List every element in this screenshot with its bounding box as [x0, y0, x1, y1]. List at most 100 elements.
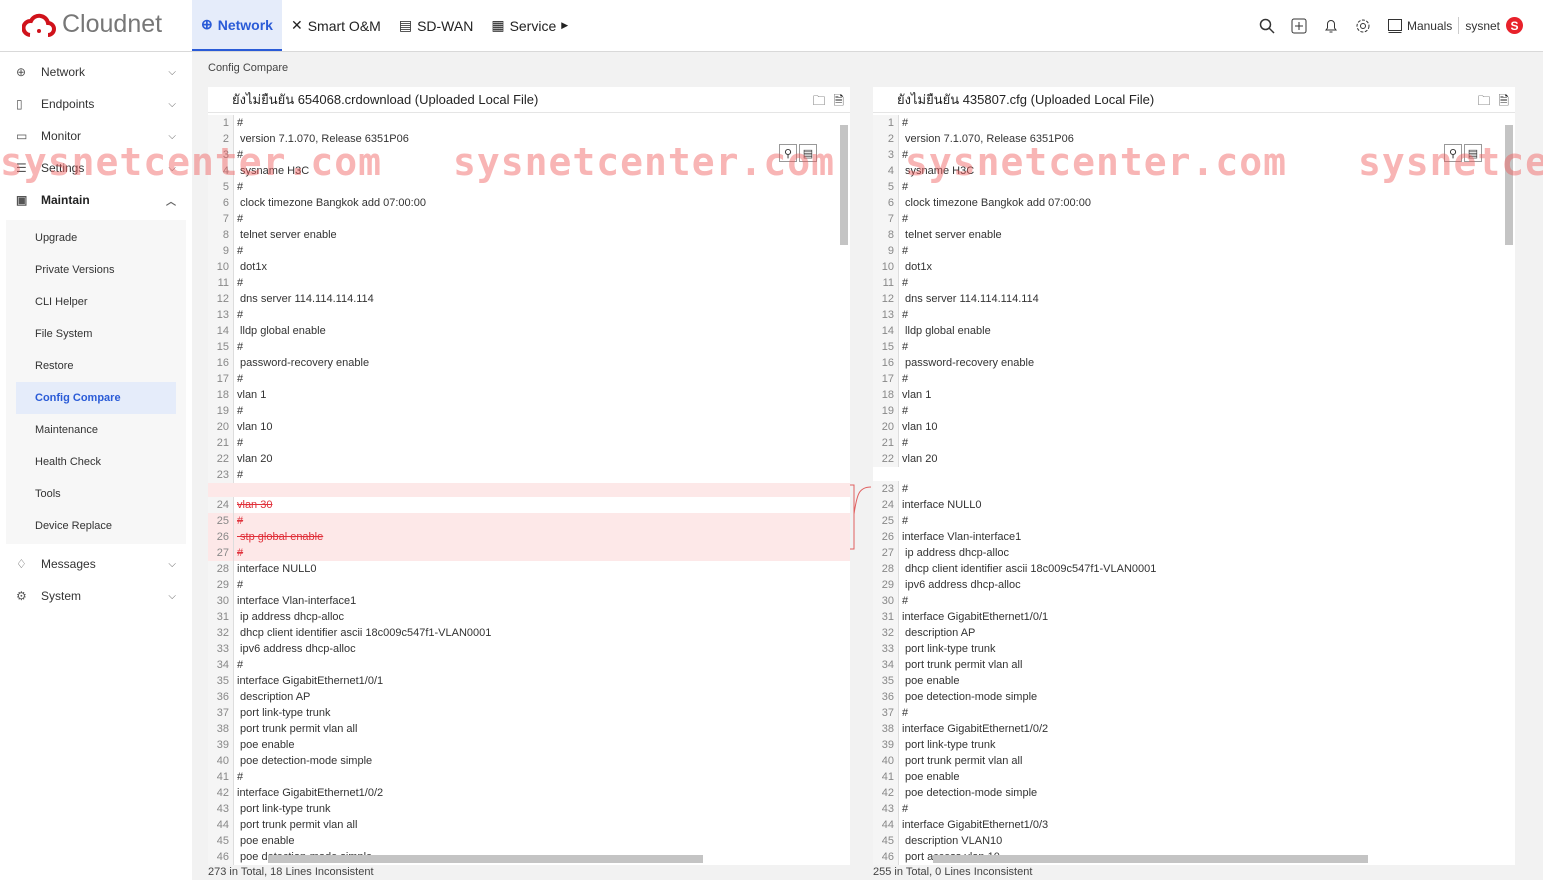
line-number: 26 [873, 529, 899, 545]
right-code-view[interactable]: 1 #2 version 7.1.070, Release 6351P06 3 #4 … [873, 115, 1515, 865]
sidebar-item-label: Monitor [41, 129, 82, 143]
line-text: version 7.1.070, Release 6351P06 [237, 133, 409, 145]
search-icon[interactable]: ⚲ [779, 144, 797, 162]
deleted-code-line: 25 # [208, 513, 850, 529]
left-code-view[interactable]: 1 #2 version 7.1.070, Release 6351P06 3 #4 … [208, 115, 850, 865]
line-text: poe enable [902, 675, 960, 687]
code-line: 25 # [873, 513, 1515, 529]
nav-smart-om[interactable]: ✕ Smart O&M [282, 0, 390, 51]
code-line: 40 port trunk permit vlan all [873, 753, 1515, 769]
replace-icon[interactable]: ▤ [1464, 144, 1482, 162]
line-text: # [902, 149, 909, 161]
line-number: 35 [873, 673, 899, 689]
submenu-item[interactable]: Device Replace [6, 510, 186, 542]
diff-placeholder-row [873, 467, 1515, 481]
nav-service[interactable]: ▦ Service ▶ [482, 0, 577, 51]
code-line: 20 vlan 10 [208, 419, 850, 435]
file-settings-icon[interactable]: 🗎 [834, 92, 844, 114]
globe-icon: ⊕ [201, 16, 213, 32]
code-line: 16 password-recovery enable [873, 355, 1515, 371]
code-line: 23 # [873, 481, 1515, 497]
line-text: interface NULL0 [902, 499, 982, 511]
code-line: 7 # [873, 211, 1515, 227]
line-text: poe detection-mode simple [902, 787, 1038, 799]
sidebar-item-system[interactable]: ⚙ System ⌵ [0, 580, 192, 612]
line-text: dns server 114.114.114.114 [237, 293, 374, 305]
logo[interactable]: Cloudnet [22, 10, 162, 39]
search-icon[interactable]: ⚲ [1444, 144, 1462, 162]
line-number: 8 [873, 227, 899, 243]
gear-icon[interactable] [1355, 18, 1371, 34]
search-icon[interactable] [1259, 18, 1275, 34]
submenu-item[interactable]: Private Versions [6, 254, 186, 286]
folder-icon[interactable]: 🗀 [1478, 92, 1491, 114]
line-number: 38 [873, 721, 899, 737]
line-text: dhcp client identifier ascii 18c009c547f… [902, 563, 1157, 575]
breadcrumb: Config Compare [208, 62, 289, 74]
code-line: 19 # [873, 403, 1515, 419]
brand-name: Cloudnet [62, 10, 163, 38]
submenu-item[interactable]: Config Compare [16, 382, 176, 414]
maintain-submenu: Upgrade Private Versions CLI Helper File Sy… [6, 220, 186, 544]
line-number: 33 [873, 641, 899, 657]
submenu-item[interactable]: Upgrade [6, 222, 186, 254]
submenu-item[interactable]: Health Check [6, 446, 186, 478]
line-text: # [237, 437, 244, 449]
line-number: 14 [873, 323, 899, 339]
bell-icon[interactable] [1323, 18, 1339, 34]
add-icon[interactable] [1291, 18, 1307, 34]
user-menu[interactable]: sysnet S [1458, 17, 1523, 34]
line-number: 34 [873, 657, 899, 673]
line-number: 40 [873, 753, 899, 769]
manuals-link[interactable]: Manuals [1387, 18, 1452, 34]
line-text: lldp global enable [237, 325, 326, 337]
diff-placeholder-row [208, 483, 850, 497]
nav-label: Smart O&M [307, 17, 381, 34]
code-line: 37 # [873, 705, 1515, 721]
tablet-icon: ▯ [16, 97, 23, 111]
line-number: 22 [873, 451, 899, 467]
sidebar: ⊕ Network ⌵ ▯ Endpoints ⌵ ▭ Monitor ⌵ ☰ Setting… [0, 52, 192, 880]
horizontal-scrollbar[interactable] [933, 855, 1368, 863]
chevron-down-icon: ⌵ [168, 590, 176, 602]
line-text: # [237, 181, 244, 193]
top-bar: Cloudnet ⊕ Network ✕ Smart O&M ▤ SD-WAN ▦ Se… [0, 0, 1543, 52]
vertical-scrollbar[interactable] [1505, 125, 1513, 245]
submenu-item[interactable]: File System [6, 318, 186, 350]
line-number: 37 [873, 705, 899, 721]
line-text: # [902, 437, 909, 449]
submenu-item[interactable]: Maintenance [6, 414, 186, 446]
caret-right-icon: ▶ [561, 20, 569, 30]
code-line: 31 interface GigabitEthernet1/0/1 [873, 609, 1515, 625]
horizontal-scrollbar[interactable] [268, 855, 703, 863]
line-text: poe detection-mode simple [237, 755, 373, 767]
nav-network[interactable]: ⊕ Network [192, 0, 282, 51]
sidebar-item-messages[interactable]: ♢ Messages ⌵ [0, 548, 192, 580]
line-text: # [902, 181, 909, 193]
submenu-item[interactable]: Tools [6, 478, 186, 510]
line-number: 42 [873, 785, 899, 801]
sidebar-item-maintain[interactable]: ▣ Maintain ︿ [0, 184, 192, 216]
submenu-item[interactable]: Restore [6, 350, 186, 382]
line-number: 35 [208, 673, 234, 689]
tools-icon: ✕ [290, 17, 303, 33]
code-line: 40 poe detection-mode simple [208, 753, 850, 769]
nav-sd-wan[interactable]: ▤ SD-WAN [390, 0, 483, 51]
code-line: 17 # [873, 371, 1515, 387]
sidebar-item-network[interactable]: ⊕ Network ⌵ [0, 56, 192, 88]
sidebar-item-monitor[interactable]: ▭ Monitor ⌵ [0, 120, 192, 152]
line-number: 17 [873, 371, 899, 387]
code-line: 41 poe enable [873, 769, 1515, 785]
file-settings-icon[interactable]: 🗎 [1499, 92, 1509, 114]
replace-icon[interactable]: ▤ [799, 144, 817, 162]
line-text: interface GigabitEthernet1/0/1 [237, 675, 384, 687]
sidebar-item-endpoints[interactable]: ▯ Endpoints ⌵ [0, 88, 192, 120]
line-text: port link-type trunk [902, 643, 996, 655]
submenu-item[interactable]: CLI Helper [6, 286, 186, 318]
line-number: 29 [873, 577, 899, 593]
code-line: 8 telnet server enable [208, 227, 850, 243]
code-line: 12 dns server 114.114.114.114 [873, 291, 1515, 307]
vertical-scrollbar[interactable] [840, 125, 848, 245]
sidebar-item-settings[interactable]: ☰ Settings ⌵ [0, 152, 192, 184]
folder-icon[interactable]: 🗀 [813, 92, 826, 114]
